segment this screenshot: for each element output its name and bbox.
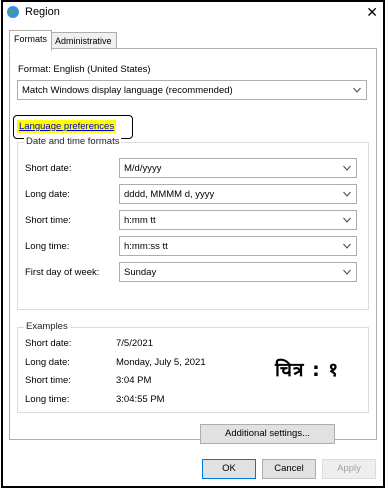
region-dialog: Region ✕ Formats Administrative Format: … <box>1 0 385 488</box>
short-time-label: Short time: <box>25 215 71 226</box>
figure-annotation: चित्र : १ <box>275 359 340 381</box>
cancel-button[interactable]: Cancel <box>262 459 316 479</box>
ok-button[interactable]: OK <box>202 459 256 479</box>
globe-icon <box>7 6 19 18</box>
example-short-date-label: Short date: <box>25 338 72 349</box>
close-icon[interactable]: ✕ <box>366 4 378 20</box>
chevron-down-icon <box>343 217 351 223</box>
short-date-label: Short date: <box>25 163 72 174</box>
format-value: Match Windows display language (recommen… <box>22 85 233 96</box>
first-day-dropdown[interactable]: Sunday <box>119 262 357 282</box>
example-long-time-value: 3:04:55 PM <box>116 394 165 405</box>
short-time-value: h:mm tt <box>124 215 156 226</box>
first-day-label: First day of week: <box>25 267 100 278</box>
example-long-time-label: Long time: <box>25 394 70 405</box>
chevron-down-icon <box>343 191 351 197</box>
long-date-dropdown[interactable]: dddd, MMMM d, yyyy <box>119 184 357 204</box>
additional-settings-button[interactable]: Additional settings... <box>200 424 335 444</box>
example-short-time-value: 3:04 PM <box>116 375 152 386</box>
long-time-dropdown[interactable]: h:mm:ss tt <box>119 236 357 256</box>
examples-title: Examples <box>24 321 70 332</box>
example-short-date-value: 7/5/2021 <box>116 338 153 349</box>
long-date-label: Long date: <box>25 189 70 200</box>
long-time-value: h:mm:ss tt <box>124 241 168 252</box>
chevron-down-icon <box>343 165 351 171</box>
chevron-down-icon <box>343 269 351 275</box>
date-time-formats-group: Date and time formats Short date: M/d/yy… <box>17 136 369 310</box>
short-date-dropdown[interactable]: M/d/yyyy <box>119 158 357 178</box>
long-date-value: dddd, MMMM d, yyyy <box>124 189 215 200</box>
example-short-time-label: Short time: <box>25 375 71 386</box>
example-long-date-label: Long date: <box>25 357 70 368</box>
long-time-label: Long time: <box>25 241 70 252</box>
short-time-dropdown[interactable]: h:mm tt <box>119 210 357 230</box>
tab-formats[interactable]: Formats <box>9 30 53 51</box>
format-label: Format: English (United States) <box>18 64 151 75</box>
window-title: Region <box>25 6 60 18</box>
chevron-down-icon <box>343 243 351 249</box>
first-day-value: Sunday <box>124 267 157 278</box>
link-highlight: Language preferences <box>17 120 117 133</box>
language-preferences-link[interactable]: Language preferences <box>19 121 114 132</box>
format-dropdown[interactable]: Match Windows display language (recommen… <box>17 80 367 100</box>
short-date-value: M/d/yyyy <box>124 163 162 174</box>
title-bar: Region ✕ <box>3 2 383 26</box>
example-long-date-value: Monday, July 5, 2021 <box>116 357 206 368</box>
group-title: Date and time formats <box>24 136 122 147</box>
apply-button[interactable]: Apply <box>322 459 376 479</box>
chevron-down-icon <box>353 87 361 93</box>
